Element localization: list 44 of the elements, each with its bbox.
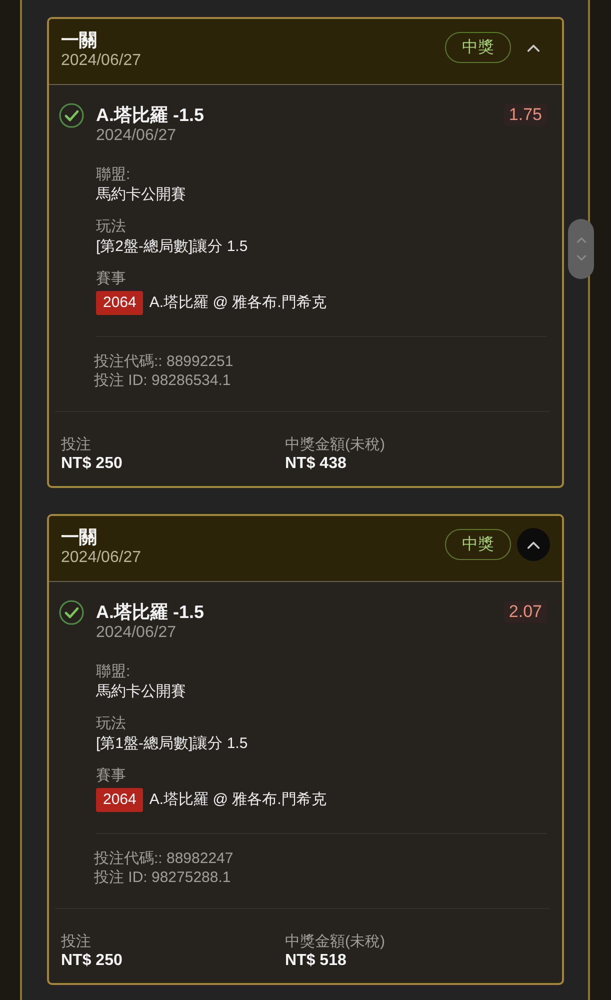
reference-text: 投注代碼:: 88982247	[94, 849, 234, 868]
status-badge: 中獎	[445, 32, 511, 63]
reference-text: 投注 ID: 98286534.1	[94, 371, 232, 390]
amount-value: NT$ 518	[285, 952, 348, 970]
collapse-button[interactable]	[517, 528, 550, 561]
event-code-tag: 2064	[96, 788, 144, 812]
field-label: 玩法	[96, 217, 127, 237]
chevron-up-icon	[527, 540, 540, 548]
amount-value: NT$ 250	[61, 455, 124, 473]
selection-title: A.塔比羅 -1.5	[96, 601, 206, 623]
field-label: 聯盟:	[96, 662, 132, 682]
date-text: 2024/06/27	[96, 623, 178, 643]
field-label: 賽事	[96, 269, 127, 289]
bet-type-text: 一關	[61, 526, 98, 548]
chevron-up-icon	[576, 237, 586, 243]
field-label: 賽事	[96, 766, 127, 786]
date-text: 2024/06/27	[96, 126, 178, 146]
odds-value: 1.75	[504, 104, 547, 126]
amount-label: 投注	[61, 435, 92, 455]
status-badge: 中獎	[445, 529, 511, 560]
field-value: 馬約卡公開賽	[96, 185, 187, 205]
bet-type-text: 一關	[61, 29, 98, 51]
field-label: 玩法	[96, 714, 127, 734]
amount-label: 中獎金額(未稅)	[285, 435, 386, 455]
amount-value: NT$ 438	[285, 455, 348, 473]
field-value: 馬約卡公開賽	[96, 682, 187, 702]
reference-text: 投注代碼:: 88992251	[94, 352, 234, 371]
reference-text: 投注 ID: 98275288.1	[94, 868, 232, 887]
field-label: 聯盟:	[96, 165, 132, 185]
field-value: [第2盤-總局數]讓分 1.5	[96, 237, 249, 257]
chevron-up-icon	[527, 44, 540, 52]
date-text: 2024/06/27	[61, 548, 142, 568]
amount-value: NT$ 250	[61, 952, 124, 970]
field-value: [第1盤-總局數]讓分 1.5	[96, 734, 249, 754]
event-code-tag: 2064	[96, 291, 144, 315]
amount-label: 中獎金額(未稅)	[285, 932, 386, 952]
amount-label: 投注	[61, 932, 92, 952]
match-text: A.塔比羅 @ 雅各布.門希克	[149, 790, 326, 810]
date-text: 2024/06/27	[61, 51, 142, 71]
scroll-handle[interactable]	[568, 219, 594, 279]
chevron-down-icon	[576, 255, 586, 261]
odds-value: 2.07	[504, 601, 547, 623]
selection-title: A.塔比羅 -1.5	[96, 104, 206, 126]
match-text: A.塔比羅 @ 雅各布.門希克	[149, 293, 326, 313]
